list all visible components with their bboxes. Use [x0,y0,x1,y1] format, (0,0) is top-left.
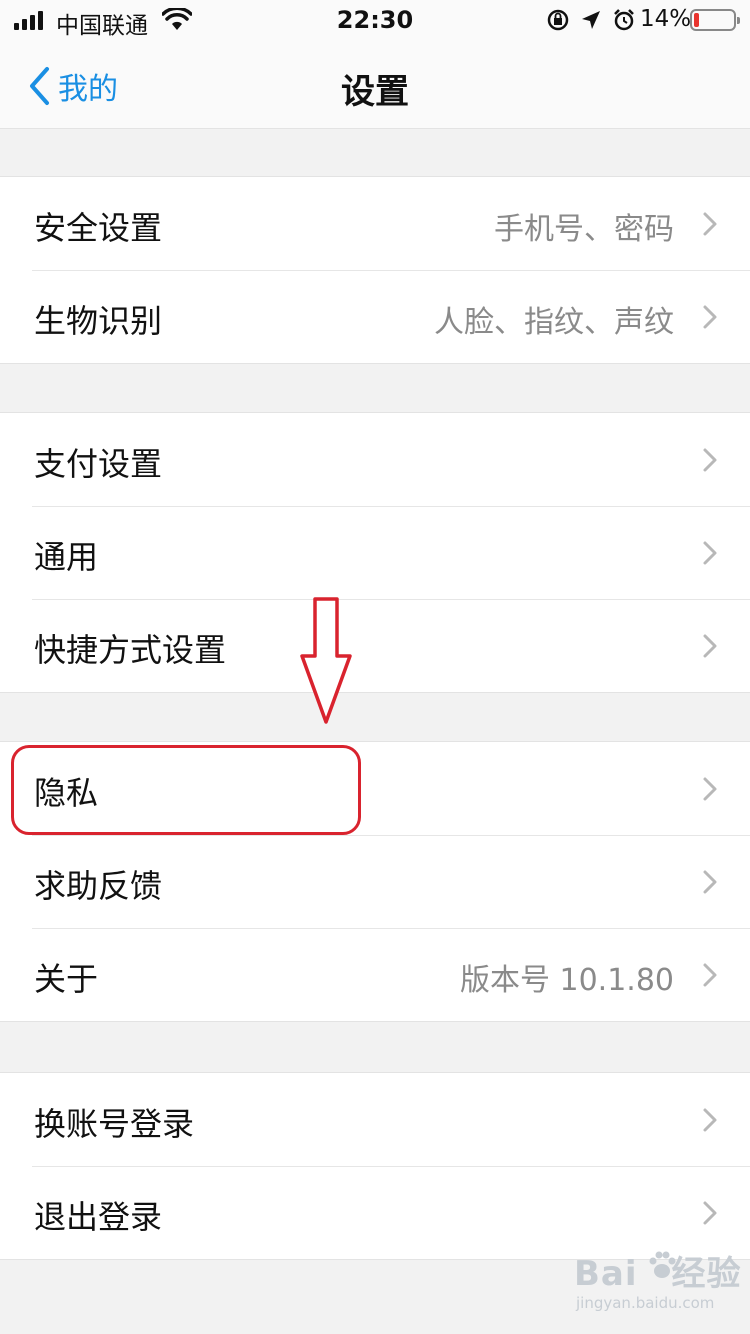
settings-group-general: 支付设置 通用 快捷方式设置 [0,412,750,693]
row-label: 快捷方式设置 [34,631,227,669]
row-help-feedback[interactable]: 求助反馈 [0,835,750,928]
orientation-lock-icon [547,9,569,31]
row-label: 求助反馈 [34,867,163,905]
chevron-right-icon [703,963,717,987]
location-icon [582,11,600,29]
row-label: 退出登录 [34,1198,163,1236]
chevron-right-icon [703,448,717,472]
row-switch-account[interactable]: 换账号登录 [0,1073,750,1166]
row-detail: 人脸、指纹、声纹 [434,305,674,340]
battery-icon [690,9,740,31]
row-payment-settings[interactable]: 支付设置 [0,413,750,506]
down-arrow-annotation [300,597,352,724]
row-label: 关于 [34,960,99,998]
page-title: 设置 [341,72,409,112]
chevron-right-icon [703,212,717,236]
row-about[interactable]: 关于 版本号 10.1.80 [0,928,750,1021]
alarm-icon [614,9,634,31]
clock: 22:30 [336,6,414,34]
chevron-right-icon [703,870,717,894]
row-label: 换账号登录 [34,1105,195,1143]
privacy-highlight-box [11,745,361,835]
row-label: 安全设置 [34,209,163,247]
chevron-right-icon [703,1108,717,1132]
chevron-right-icon [703,1201,717,1225]
chevron-right-icon [703,777,717,801]
status-bar: 中国联通 22:30 14% [0,0,750,42]
battery-percent: 14% [640,6,692,32]
row-biometrics[interactable]: 生物识别 人脸、指纹、声纹 [0,270,750,363]
settings-group-account: 安全设置 手机号、密码 生物识别 人脸、指纹、声纹 [0,176,750,364]
navigation-bar: 我的 设置 [0,42,750,129]
row-label: 支付设置 [34,445,163,483]
version-label: 版本号 10.1.80 [459,963,674,998]
baidu-jingyan-watermark: Bai 经验 jingyan.baidu.com [574,1246,744,1322]
chevron-right-icon [703,541,717,565]
row-label: 生物识别 [34,302,163,340]
chevron-right-icon [703,305,717,329]
row-general[interactable]: 通用 [0,506,750,599]
paw-logo-icon [649,1251,676,1278]
watermark-url: jingyan.baidu.com [576,1294,715,1312]
row-detail: 手机号、密码 [494,212,674,247]
row-security-settings[interactable]: 安全设置 手机号、密码 [0,177,750,270]
row-label: 通用 [34,538,99,576]
chevron-right-icon [703,634,717,658]
row-shortcut-settings[interactable]: 快捷方式设置 [0,599,750,692]
settings-group-account-actions: 换账号登录 退出登录 [0,1072,750,1260]
